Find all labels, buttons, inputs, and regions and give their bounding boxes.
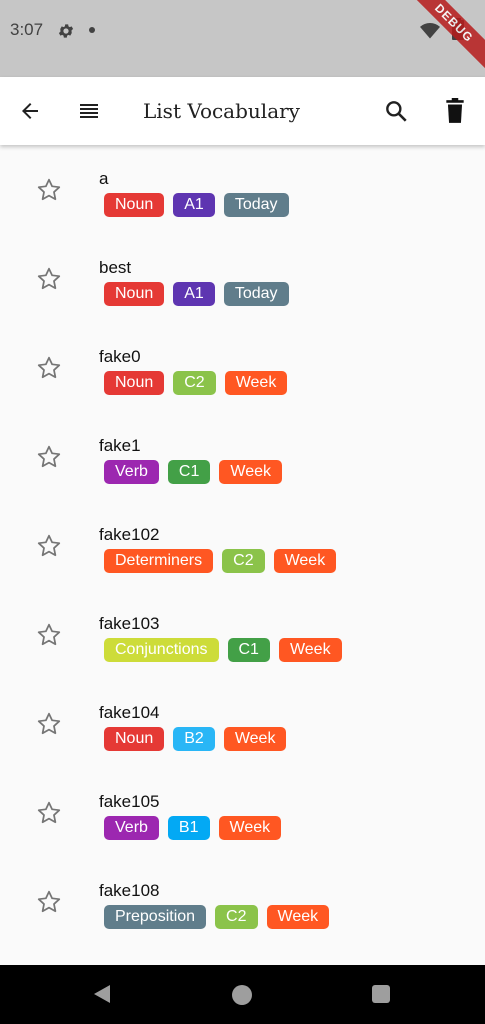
list-item[interactable]: a Noun A1 Today bbox=[0, 145, 485, 234]
tag-chip: Preposition bbox=[104, 905, 207, 929]
tag-chip: C1 bbox=[227, 638, 270, 662]
tag-chip: Week bbox=[278, 638, 342, 662]
tag-chip: A1 bbox=[173, 282, 215, 306]
tag-chip: C2 bbox=[222, 549, 265, 573]
star-outline-icon[interactable] bbox=[36, 889, 62, 915]
vocab-word: fake108 bbox=[99, 881, 160, 900]
tag-chip: B2 bbox=[173, 727, 215, 751]
search-button[interactable] bbox=[376, 91, 416, 131]
status-bar: 3:07 DEBUG bbox=[0, 0, 485, 77]
tag-chip: Week bbox=[273, 549, 337, 573]
star-outline-icon[interactable] bbox=[36, 177, 62, 203]
vocab-word: a bbox=[99, 169, 109, 188]
list-item[interactable]: fake1 Verb C1 Week bbox=[0, 412, 485, 501]
tag-chip: C1 bbox=[167, 460, 211, 484]
vocab-word: fake103 bbox=[99, 614, 160, 633]
delete-icon bbox=[446, 98, 464, 123]
tag-chip: Determiners bbox=[104, 549, 214, 573]
tag-group: Noun B2 Week bbox=[104, 727, 287, 751]
tag-group: Verb B1 Week bbox=[104, 816, 282, 840]
nav-back-icon[interactable] bbox=[92, 984, 112, 1004]
star-outline-icon[interactable] bbox=[36, 533, 62, 559]
tag-chip: C2 bbox=[173, 371, 216, 395]
list-item[interactable]: fake104 Noun B2 Week bbox=[0, 679, 485, 768]
tag-chip: Verb bbox=[104, 816, 159, 840]
tag-chip: A1 bbox=[173, 193, 215, 217]
list-item[interactable]: fake108 Preposition C2 Week bbox=[0, 857, 485, 946]
vocab-word: best bbox=[99, 258, 132, 277]
vocab-word: fake102 bbox=[99, 525, 160, 544]
search-icon bbox=[386, 101, 407, 122]
tag-group: Conjunctions C1 Week bbox=[104, 638, 342, 662]
tag-chip: Today bbox=[223, 282, 289, 306]
tag-chip: Today bbox=[223, 193, 289, 217]
vocabulary-list: a Noun A1 Today best Noun A1 Today fake0 Noun C2 We… bbox=[0, 145, 485, 965]
tag-chip: Week bbox=[219, 460, 282, 484]
notification-dot-icon bbox=[89, 27, 95, 33]
tag-chip: Week bbox=[218, 816, 282, 840]
screen: 3:07 DEBUG List Vocabulary a Noun A1 Tod… bbox=[0, 0, 485, 1024]
tag-chip: Conjunctions bbox=[104, 638, 219, 662]
settings-gear-icon bbox=[58, 24, 74, 38]
tag-chip: Week bbox=[224, 371, 288, 395]
star-outline-icon[interactable] bbox=[36, 800, 62, 826]
arrow-back-icon bbox=[22, 103, 38, 119]
tag-chip: Noun bbox=[104, 727, 165, 751]
tag-group: Preposition C2 Week bbox=[104, 905, 330, 929]
nav-recents-icon[interactable] bbox=[372, 985, 390, 1003]
tag-group: Noun C2 Week bbox=[104, 371, 288, 395]
tag-group: Determiners C2 Week bbox=[104, 549, 337, 573]
tag-group: Noun A1 Today bbox=[104, 193, 289, 217]
nav-home-icon[interactable] bbox=[232, 985, 252, 1005]
status-time: 3:07 bbox=[10, 20, 44, 39]
back-button[interactable] bbox=[10, 91, 50, 131]
list-item[interactable]: fake0 Noun C2 Week bbox=[0, 323, 485, 412]
delete-button[interactable] bbox=[435, 91, 475, 131]
star-outline-icon[interactable] bbox=[36, 711, 62, 737]
list-item[interactable]: fake102 Determiners C2 Week bbox=[0, 501, 485, 590]
tag-chip: Noun bbox=[104, 193, 165, 217]
menu-icon bbox=[80, 104, 98, 118]
tag-chip: Noun bbox=[104, 282, 165, 306]
tag-chip: Verb bbox=[104, 460, 159, 484]
tag-chip: C2 bbox=[215, 905, 258, 929]
wifi-icon bbox=[420, 23, 440, 39]
list-item[interactable]: fake103 Conjunctions C1 Week bbox=[0, 590, 485, 679]
vocab-word: fake105 bbox=[99, 792, 160, 811]
vocab-word: fake104 bbox=[99, 703, 160, 722]
tag-chip: Week bbox=[223, 727, 287, 751]
star-outline-icon[interactable] bbox=[36, 355, 62, 381]
tag-group: Noun A1 Today bbox=[104, 282, 289, 306]
star-outline-icon[interactable] bbox=[36, 266, 62, 292]
vocab-word: fake1 bbox=[99, 436, 141, 455]
tag-chip: Week bbox=[266, 905, 330, 929]
vocab-word: fake0 bbox=[99, 347, 141, 366]
tag-chip: B1 bbox=[167, 816, 210, 840]
page-title: List Vocabulary bbox=[143, 99, 300, 123]
system-nav-bar bbox=[0, 965, 485, 1024]
menu-button[interactable] bbox=[69, 91, 109, 131]
star-outline-icon[interactable] bbox=[36, 622, 62, 648]
tag-chip: Noun bbox=[104, 371, 165, 395]
tag-group: Verb C1 Week bbox=[104, 460, 282, 484]
list-item[interactable]: fake105 Verb B1 Week bbox=[0, 768, 485, 857]
star-outline-icon[interactable] bbox=[36, 444, 62, 470]
debug-ribbon: DEBUG bbox=[400, 0, 485, 77]
app-bar: List Vocabulary bbox=[0, 77, 485, 145]
list-item[interactable]: best Noun A1 Today bbox=[0, 234, 485, 323]
